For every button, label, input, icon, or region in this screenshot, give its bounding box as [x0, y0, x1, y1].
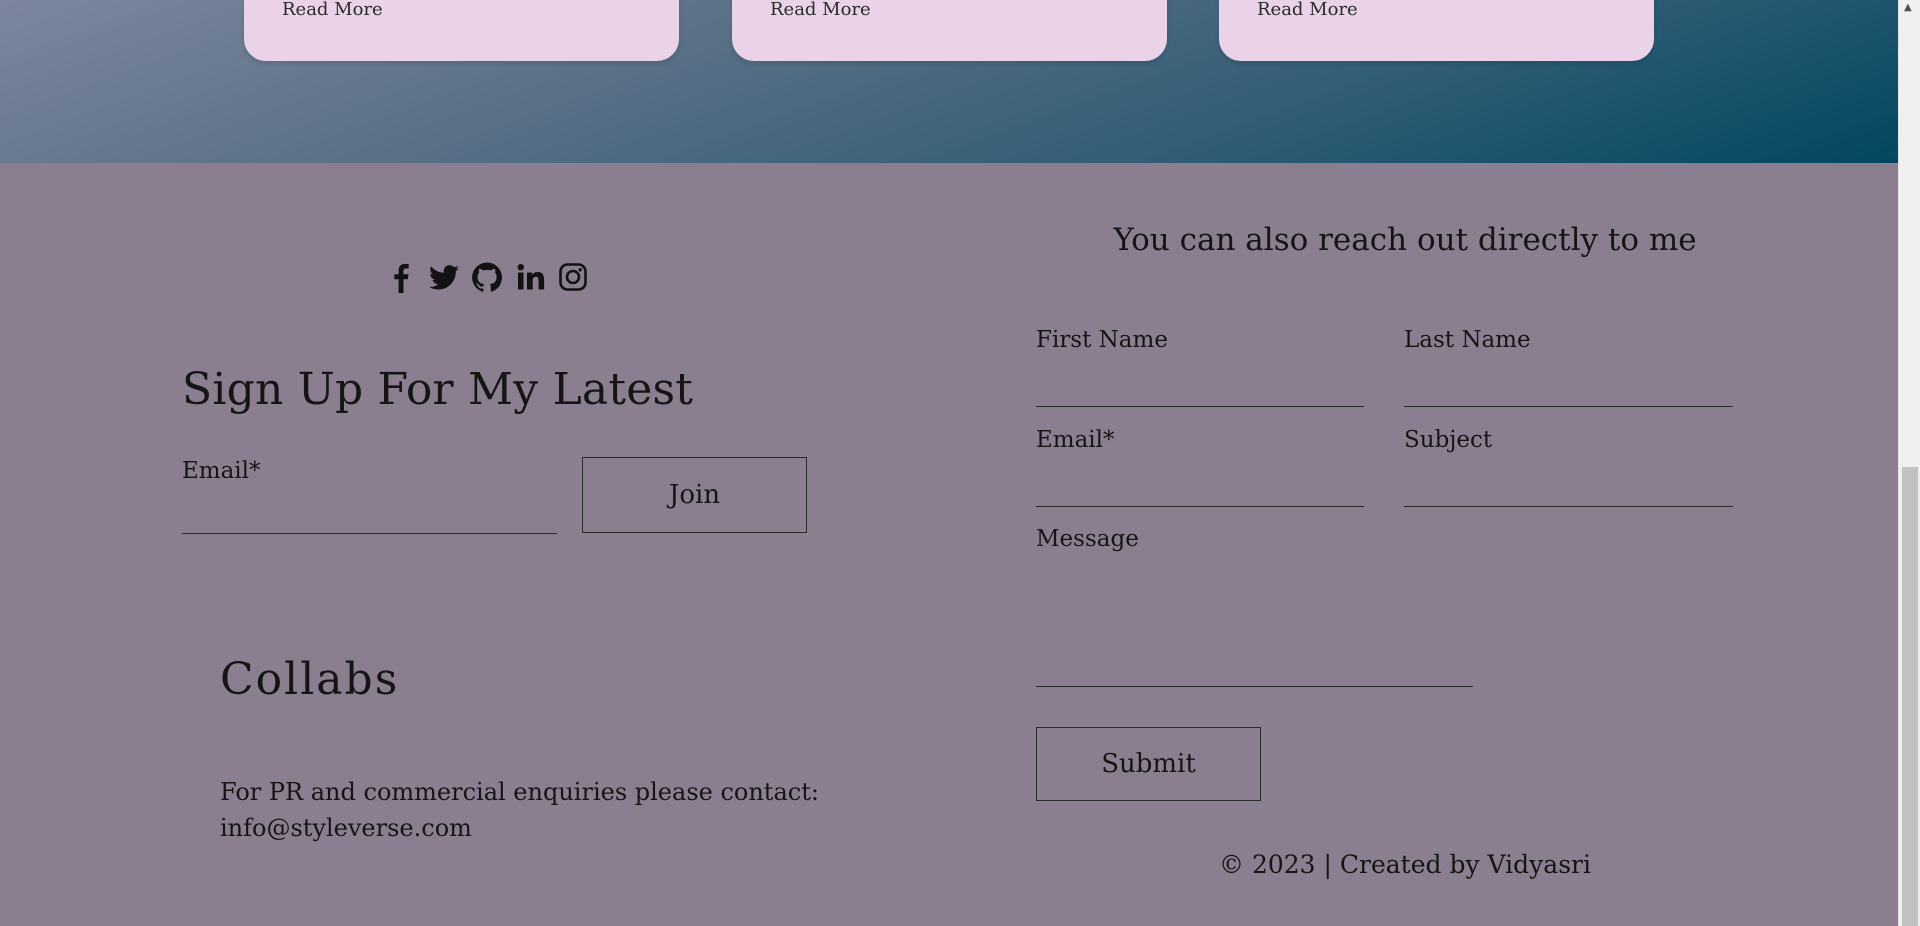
- message-textarea[interactable]: [1036, 566, 1473, 687]
- github-icon[interactable]: [471, 261, 503, 293]
- facebook-icon[interactable]: [385, 261, 417, 293]
- submit-button[interactable]: Submit: [1036, 727, 1261, 801]
- signup-email-label: Email*: [182, 458, 261, 484]
- instagram-icon[interactable]: [557, 261, 589, 293]
- first-name-input[interactable]: [1036, 372, 1364, 407]
- blog-card: Read More: [1219, 0, 1654, 61]
- page: Read More Read More Read More Sign Up Fo…: [0, 0, 1898, 926]
- collabs-title: Collabs: [220, 654, 400, 705]
- blog-card: Read More: [244, 0, 679, 61]
- contact-email-label: Email*: [1036, 427, 1115, 453]
- contact-email-input[interactable]: [1036, 472, 1364, 507]
- read-more-link[interactable]: Read More: [282, 0, 383, 20]
- scroll-up-arrow-icon[interactable]: ▲: [1904, 3, 1912, 13]
- scrollbar-thumb[interactable]: [1902, 467, 1918, 926]
- join-button[interactable]: Join: [582, 457, 807, 533]
- last-name-label: Last Name: [1404, 327, 1531, 353]
- collabs-contact-line: For PR and commercial enquiries please c…: [220, 778, 819, 806]
- twitter-icon[interactable]: [428, 261, 460, 293]
- contact-title: You can also reach out directly to me: [1113, 222, 1697, 258]
- subject-input[interactable]: [1404, 472, 1733, 507]
- message-label: Message: [1036, 526, 1139, 552]
- signup-title: Sign Up For My Latest: [182, 364, 694, 415]
- copyright-text: © 2023 | Created by Vidyasri: [1219, 850, 1591, 879]
- first-name-label: First Name: [1036, 327, 1168, 353]
- scrollbar[interactable]: ▲: [1898, 0, 1920, 926]
- linkedin-icon[interactable]: [514, 261, 546, 293]
- social-links: [385, 261, 589, 293]
- read-more-link[interactable]: Read More: [1257, 0, 1358, 20]
- blog-banner: Read More Read More Read More: [0, 0, 1898, 163]
- collabs-email[interactable]: info@styleverse.com: [220, 810, 819, 846]
- signup-email-input[interactable]: [182, 500, 557, 534]
- last-name-input[interactable]: [1404, 372, 1733, 407]
- collabs-text: For PR and commercial enquiries please c…: [220, 774, 819, 846]
- subject-label: Subject: [1404, 427, 1493, 453]
- blog-card: Read More: [732, 0, 1167, 61]
- read-more-link[interactable]: Read More: [770, 0, 871, 20]
